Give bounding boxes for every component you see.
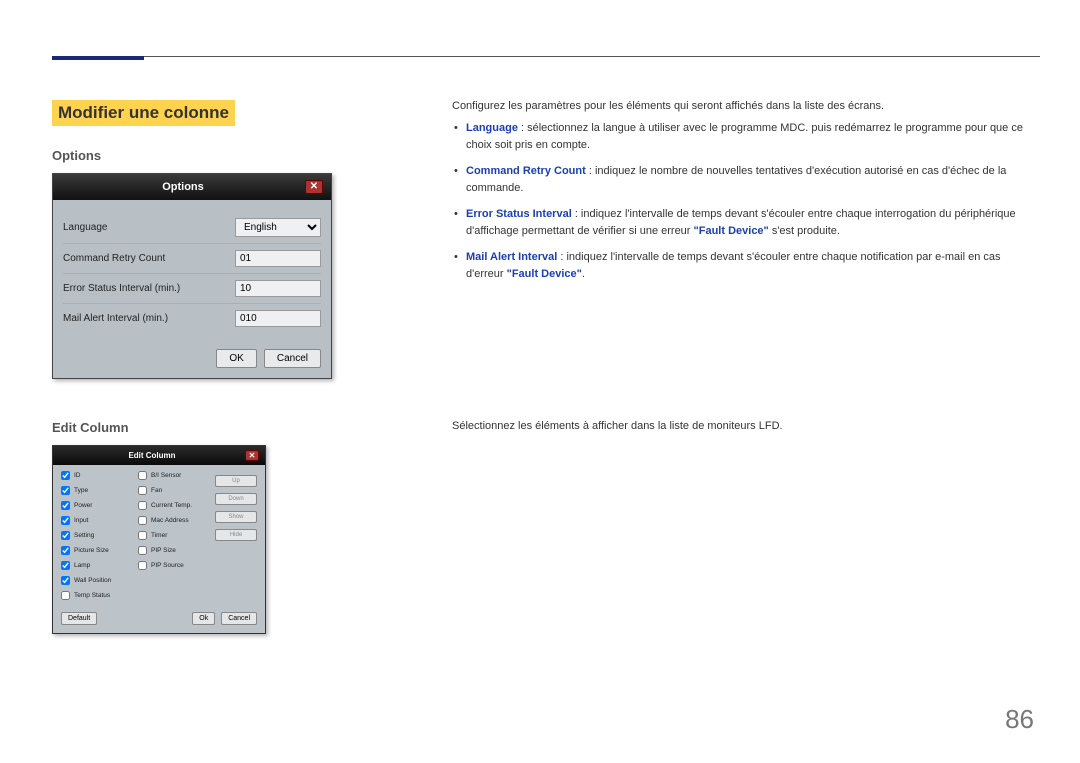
page-number: 86 — [1005, 704, 1034, 735]
options-dialog-body: Language English Command Retry Count Err… — [53, 200, 331, 341]
column-checkbox-label: Input — [74, 517, 88, 524]
column-checkbox-item[interactable]: Fan — [138, 486, 215, 495]
column-checkbox[interactable] — [138, 501, 147, 510]
options-cancel-button[interactable]: Cancel — [264, 349, 321, 368]
column-checkbox[interactable] — [138, 516, 147, 525]
column-checkbox-item[interactable]: Current Temp. — [138, 501, 215, 510]
column-checkbox-item[interactable]: PIP Size — [138, 546, 215, 555]
column-checkbox-label: PIP Size — [151, 547, 176, 554]
options-dialog-title: Options — [162, 181, 204, 193]
bullet-error: Error Status Interval : indiquez l'inter… — [466, 206, 1034, 239]
column-checkbox-label: Setting — [74, 532, 94, 539]
column-checkbox[interactable] — [61, 531, 70, 540]
default-button[interactable]: Default — [61, 612, 97, 625]
options-subheading: Options — [52, 148, 412, 163]
column-checkbox[interactable] — [138, 531, 147, 540]
column-checkbox-label: Wall Position — [74, 577, 111, 584]
options-bullet-list: Language : sélectionnez la langue à util… — [452, 120, 1034, 282]
bullet-retry: Command Retry Count : indiquez le nombre… — [466, 163, 1034, 196]
column-checkbox-label: Lamp — [74, 562, 90, 569]
column-checkbox-item[interactable]: Setting — [61, 531, 138, 540]
editcol-side-buttons: Up Down Show Hide — [215, 471, 257, 600]
column-checkbox-item[interactable]: Temp Status — [61, 591, 138, 600]
column-checkbox-item[interactable]: Wall Position — [61, 576, 138, 585]
text-mail-post: . — [582, 268, 585, 280]
column-checkbox[interactable] — [138, 486, 147, 495]
editcol-dialog-titlebar: Edit Column ✕ — [53, 446, 265, 465]
column-checkbox-item[interactable]: Input — [61, 516, 138, 525]
section-heading: Modifier une colonne — [52, 100, 235, 126]
quoted-fault-device-1: "Fault Device" — [694, 225, 769, 237]
quoted-fault-device-2: "Fault Device" — [507, 268, 582, 280]
column-checkbox-label: Current Temp. — [151, 502, 192, 509]
down-button[interactable]: Down — [215, 493, 257, 505]
column-checkbox-item[interactable]: Type — [61, 486, 138, 495]
column-checkbox[interactable] — [138, 546, 147, 555]
term-error: Error Status Interval — [466, 208, 572, 220]
mail-interval-input[interactable] — [235, 310, 321, 327]
options-mail-label: Mail Alert Interval (min.) — [63, 313, 168, 324]
top-accent-segment — [52, 56, 144, 60]
term-language: Language — [466, 122, 518, 134]
term-mail: Mail Alert Interval — [466, 251, 557, 263]
editcol-columns-left: ID Type Power Input Setting Picture Size Lamp W… — [61, 471, 138, 600]
column-checkbox-label: Timer — [151, 532, 167, 539]
column-checkbox-item[interactable]: Timer — [138, 531, 215, 540]
column-checkbox-item[interactable]: Power — [61, 501, 138, 510]
column-checkbox-item[interactable]: Picture Size — [61, 546, 138, 555]
column-checkbox-label: B/I Sensor — [151, 472, 181, 479]
column-checkbox-label: Picture Size — [74, 547, 109, 554]
language-select[interactable]: English — [235, 218, 321, 237]
options-dialog-titlebar: Options ✕ — [53, 174, 331, 200]
column-checkbox[interactable] — [61, 471, 70, 480]
error-interval-input[interactable] — [235, 280, 321, 297]
column-checkbox-label: Temp Status — [74, 592, 110, 599]
column-checkbox[interactable] — [61, 561, 70, 570]
editcol-description: Sélectionnez les éléments à afficher dan… — [452, 420, 1034, 432]
column-checkbox-item[interactable]: Mac Address — [138, 516, 215, 525]
column-checkbox[interactable] — [138, 561, 147, 570]
up-button[interactable]: Up — [215, 475, 257, 487]
editcol-cancel-button[interactable]: Cancel — [221, 612, 257, 625]
column-checkbox[interactable] — [61, 576, 70, 585]
column-checkbox-label: PIP Source — [151, 562, 184, 569]
editcol-dialog: Edit Column ✕ ID Type Power Input Setting Pic… — [52, 445, 266, 634]
column-checkbox-item[interactable]: Lamp — [61, 561, 138, 570]
bullet-mail: Mail Alert Interval : indiquez l'interva… — [466, 249, 1034, 282]
editcol-ok-button[interactable]: Ok — [192, 612, 215, 625]
column-checkbox-label: Power — [74, 502, 92, 509]
column-checkbox-label: Fan — [151, 487, 162, 494]
column-checkbox-item[interactable]: B/I Sensor — [138, 471, 215, 480]
show-button[interactable]: Show — [215, 511, 257, 523]
column-checkbox-item[interactable]: PIP Source — [138, 561, 215, 570]
column-checkbox-label: Type — [74, 487, 88, 494]
column-checkbox[interactable] — [61, 591, 70, 600]
text-language: : sélectionnez la langue à utiliser avec… — [466, 122, 1023, 151]
bullet-language: Language : sélectionnez la langue à util… — [466, 120, 1034, 153]
editcol-subheading: Edit Column — [52, 420, 412, 435]
options-dialog: Options ✕ Language English Command Retry… — [52, 173, 332, 379]
options-error-label: Error Status Interval (min.) — [63, 283, 180, 294]
term-retry: Command Retry Count — [466, 165, 586, 177]
column-checkbox[interactable] — [138, 471, 147, 480]
options-retry-label: Command Retry Count — [63, 253, 165, 264]
options-language-label: Language — [63, 222, 108, 233]
column-checkbox[interactable] — [61, 486, 70, 495]
column-checkbox[interactable] — [61, 501, 70, 510]
column-checkbox-item[interactable]: ID — [61, 471, 138, 480]
close-icon[interactable]: ✕ — [245, 450, 259, 461]
top-divider — [52, 56, 1040, 57]
editcol-columns-right: B/I Sensor Fan Current Temp. Mac Address Tim… — [138, 471, 215, 600]
column-checkbox-label: Mac Address — [151, 517, 189, 524]
editcol-dialog-title: Edit Column — [59, 451, 245, 460]
options-ok-button[interactable]: OK — [216, 349, 256, 368]
text-error-post: s'est produite. — [769, 225, 840, 237]
column-checkbox[interactable] — [61, 516, 70, 525]
retry-count-input[interactable] — [235, 250, 321, 267]
column-checkbox-label: ID — [74, 472, 81, 479]
column-checkbox[interactable] — [61, 546, 70, 555]
close-icon[interactable]: ✕ — [305, 180, 323, 194]
hide-button[interactable]: Hide — [215, 529, 257, 541]
options-intro-text: Configurez les paramètres pour les éléme… — [452, 100, 1034, 112]
